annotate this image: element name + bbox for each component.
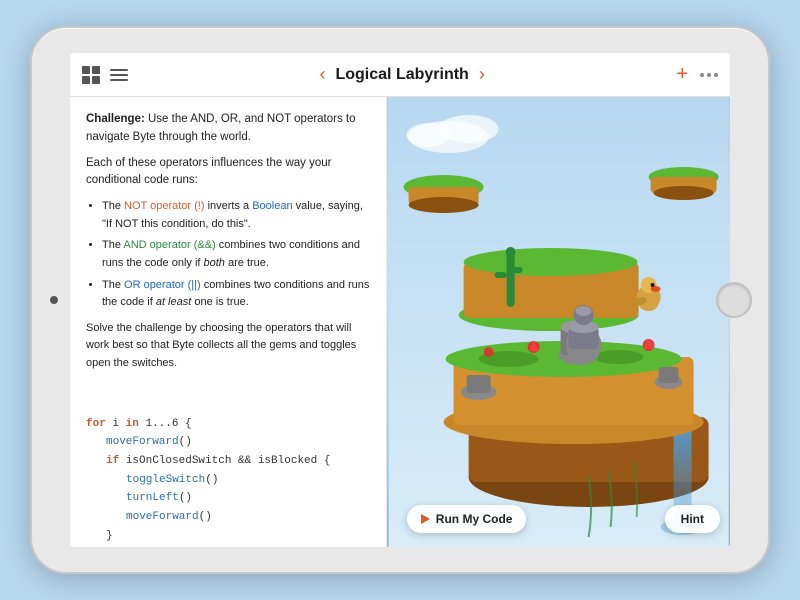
code-paren3: ()	[179, 492, 192, 504]
run-code-button[interactable]: Run My Code	[407, 505, 527, 533]
code-line-4: toggleSwitch()	[86, 471, 370, 490]
code-line-7: }	[86, 527, 370, 546]
not-operator-highlight: NOT operator (!)	[124, 200, 205, 212]
code-paren: ()	[179, 436, 192, 448]
list-item: The NOT operator (!) inverts a Boolean v…	[102, 198, 370, 233]
and-operator-highlight: AND operator (&&)	[123, 239, 215, 251]
game-scene-svg	[387, 97, 730, 547]
hint-button[interactable]: Hint	[665, 505, 720, 533]
nav-icons-right: +	[676, 63, 718, 86]
challenge-label: Challenge:	[86, 113, 145, 125]
boolean-highlight: Boolean	[252, 200, 292, 212]
code-section[interactable]: for i in 1...6 { moveForward() if isOnCl…	[86, 415, 370, 547]
nav-icons-left	[82, 66, 128, 84]
code-line-6: moveForward()	[86, 508, 370, 527]
challenge-section: Challenge: Use the AND, OR, and NOT oper…	[86, 111, 370, 385]
bullet-list: The NOT operator (!) inverts a Boolean v…	[86, 198, 370, 312]
turn-left-call: turnLeft	[126, 492, 179, 504]
challenge-text: Challenge: Use the AND, OR, and NOT oper…	[86, 111, 370, 147]
code-line-3: if isOnClosedSwitch && isBlocked {	[86, 452, 370, 471]
nav-center: ‹ Logical Labyrinth ›	[136, 64, 668, 85]
hint-button-label: Hint	[681, 512, 704, 526]
left-panel: Challenge: Use the AND, OR, and NOT oper…	[70, 97, 387, 547]
ipad-frame: ‹ Logical Labyrinth › + Challenge: Use t…	[30, 26, 770, 574]
code-line-2: moveForward()	[86, 433, 370, 452]
code-loop-var: i	[112, 418, 125, 430]
code-paren2: ()	[205, 474, 218, 486]
intro-text: Each of these operators influences the w…	[86, 155, 370, 191]
nav-back-arrow[interactable]: ‹	[317, 64, 327, 85]
add-icon[interactable]: +	[676, 63, 688, 86]
play-icon	[421, 514, 430, 524]
list-item: The AND operator (&&) combines two condi…	[102, 237, 370, 272]
code-paren4: ()	[199, 511, 212, 523]
nav-title: Logical Labyrinth	[335, 66, 468, 84]
main-content: Challenge: Use the AND, OR, and NOT oper…	[70, 97, 730, 547]
code-range: 1...6 {	[145, 418, 191, 430]
toggle-switch-call: toggleSwitch	[126, 474, 205, 486]
list-item: The OR operator (||) combines two condit…	[102, 277, 370, 312]
nav-forward-arrow[interactable]: ›	[477, 64, 487, 85]
for-keyword: for	[86, 418, 106, 430]
code-line-5: turnLeft()	[86, 489, 370, 508]
grid-view-icon[interactable]	[82, 66, 100, 84]
code-condition: isOnClosedSwitch && isBlocked {	[126, 455, 331, 467]
list-view-icon[interactable]	[110, 69, 128, 81]
move-forward-call-2: moveForward	[126, 511, 199, 523]
if-keyword: if	[106, 455, 119, 467]
solve-text: Solve the challenge by choosing the oper…	[86, 320, 370, 373]
right-panel: Run My Code Hint	[387, 97, 730, 547]
atleast-italic: at least	[156, 296, 191, 308]
more-options-icon[interactable]	[700, 73, 718, 77]
nav-bar: ‹ Logical Labyrinth › +	[70, 53, 730, 97]
code-line-8: }	[86, 545, 370, 547]
both-italic: both	[204, 257, 225, 269]
in-keyword: in	[126, 418, 139, 430]
code-line-1: for i in 1...6 {	[86, 415, 370, 434]
or-operator-highlight: OR operator (||)	[124, 279, 201, 291]
ipad-screen: ‹ Logical Labyrinth › + Challenge: Use t…	[70, 53, 730, 547]
run-button-label: Run My Code	[436, 512, 513, 526]
move-forward-call: moveForward	[106, 436, 179, 448]
